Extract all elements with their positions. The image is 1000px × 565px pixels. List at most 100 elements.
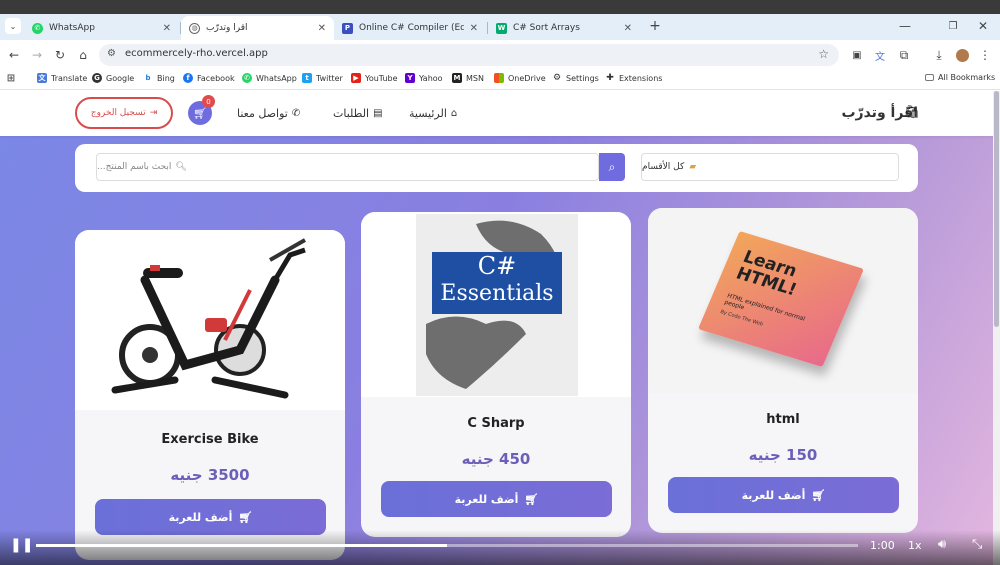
add-to-cart-button[interactable]: 🛒︎ أضف للعربة xyxy=(381,481,612,517)
tab-active-site[interactable]: ◍ اقرأ وتدرّب ✕ xyxy=(181,16,334,40)
close-icon[interactable]: ✕ xyxy=(470,23,478,34)
programiz-icon: P xyxy=(342,22,353,34)
bookmark-bing[interactable]: b Bing xyxy=(143,73,175,83)
site-info-icon[interactable]: ⚙ xyxy=(107,48,116,59)
product-price: 3500 جنيه xyxy=(170,466,250,484)
tab-csharp-sort-arrays[interactable]: W C# Sort Arrays ✕ xyxy=(488,16,640,40)
book-title-panel: C# Essentials xyxy=(432,252,562,314)
home-icon[interactable]: ⌂ xyxy=(74,46,92,64)
bookmark-settings[interactable]: ⚙ Settings xyxy=(552,73,599,83)
translate-icon: 文 xyxy=(37,73,47,83)
bookmarks-bar: ⊞ 文 Translate G Google b Bing f Facebook ✆ Wh… xyxy=(0,70,1000,90)
close-window-button[interactable]: ✕ xyxy=(974,17,992,35)
menu-icon[interactable]: ⋮ xyxy=(976,46,994,64)
bookmark-google[interactable]: G Google xyxy=(92,73,134,83)
scrollbar-thumb[interactable] xyxy=(994,91,999,327)
product-card: C# Essentials C Sharp 450 جنيه 🛒︎ أضف لل… xyxy=(361,212,631,537)
close-icon[interactable]: ✕ xyxy=(624,23,632,34)
whatsapp-icon: ✆ xyxy=(32,22,43,34)
close-icon[interactable]: ✕ xyxy=(318,23,326,34)
book-cover: Learn HTML! HTML explained for normal pe… xyxy=(698,230,864,368)
nav-orders[interactable]: ▤ الطلبات xyxy=(333,107,383,120)
puzzle-icon[interactable]: ⧉ xyxy=(895,46,913,64)
page-scrollbar[interactable] xyxy=(993,91,1000,565)
avatar[interactable] xyxy=(955,48,969,62)
tab-search-button[interactable]: ⌄ xyxy=(5,18,21,34)
cart-icon: 🛒︎ xyxy=(238,510,253,524)
back-icon[interactable]: ← xyxy=(5,46,23,64)
google-icon: G xyxy=(92,73,102,83)
volume-icon[interactable]: 🔊︎ xyxy=(938,537,946,552)
tab-whatsapp[interactable]: ✆ WhatsApp ✕ xyxy=(24,16,179,40)
address-bar[interactable]: ⚙ ecommercely-rho.vercel.app ☆ xyxy=(99,44,839,66)
nav-home[interactable]: ⌂ الرئيسية xyxy=(409,107,457,120)
globe-icon: ◍ xyxy=(189,22,200,34)
product-name: html xyxy=(766,412,800,427)
browser-toolbar: ← → ↻ ⌂ ⚙ ecommercely-rho.vercel.app ☆ ▣… xyxy=(0,40,1000,70)
close-icon[interactable]: ✕ xyxy=(163,23,171,34)
pause-icon[interactable]: ❚❚ xyxy=(10,537,33,553)
category-select[interactable]: ▰ كل الأقسام xyxy=(641,153,899,181)
bookmark-onedrive[interactable]: OneDrive xyxy=(494,73,546,83)
search-button[interactable]: ⌕ xyxy=(599,153,625,181)
playback-speed-button[interactable]: 1x xyxy=(908,539,922,552)
cart-count-badge: 0 xyxy=(202,95,215,108)
logout-button[interactable]: تسجيل الخروج ⇥ xyxy=(75,97,173,129)
bookmark-facebook[interactable]: f Facebook xyxy=(183,73,235,83)
download-icon[interactable]: ⤓ xyxy=(930,46,948,64)
product-image-bike xyxy=(75,230,345,410)
yahoo-icon: Y xyxy=(405,73,415,83)
phone-icon: ✆ xyxy=(291,108,301,119)
video-progress-bar[interactable] xyxy=(36,544,858,547)
product-card: Exercise Bike 3500 جنيه 🛒︎ أضف للعربة xyxy=(75,230,345,560)
search-panel: 🔍︎ ابحث باسم المنتج... ⌕ ▰ كل الأقسام xyxy=(75,144,918,192)
w3schools-icon: W xyxy=(496,22,507,34)
video-time: 1:00 xyxy=(870,539,895,552)
bookmark-whatsapp[interactable]: ✆ WhatsApp xyxy=(242,73,297,83)
video-controls: ❚❚ 1:00 1x 🔊︎ ⤡ xyxy=(0,530,1000,565)
product-image-html: Learn HTML! HTML explained for normal pe… xyxy=(648,208,918,393)
add-to-cart-button[interactable]: 🛒︎ أضف للعربة xyxy=(668,477,899,513)
clipboard-icon: ▤ xyxy=(373,108,383,119)
reload-icon[interactable]: ↻ xyxy=(51,46,69,64)
cart-icon: 🛒︎ xyxy=(524,492,539,506)
site-viewport: اقرأ وتدرّب 🛍 ⌂ الرئيسية ▤ الطلبات ✆ توا… xyxy=(0,91,1000,565)
site-navbar: اقرأ وتدرّب 🛍 ⌂ الرئيسية ▤ الطلبات ✆ توا… xyxy=(0,91,1000,136)
bookmark-yahoo[interactable]: Y Yahoo xyxy=(405,73,443,83)
msn-icon: M xyxy=(452,73,462,83)
url-text: ecommercely-rho.vercel.app xyxy=(125,48,268,59)
cart-icon: 🛒︎ xyxy=(811,488,826,502)
bookmark-translate[interactable]: 文 Translate xyxy=(37,73,87,83)
all-bookmarks[interactable]: All Bookmarks xyxy=(925,73,995,82)
product-card: Learn HTML! HTML explained for normal pe… xyxy=(648,208,918,533)
video-top-edge xyxy=(0,0,1000,14)
bookmark-msn[interactable]: M MSN xyxy=(452,73,484,83)
tab-online-compiler[interactable]: P Online C# Compiler (Editor) - F ✕ xyxy=(334,16,486,40)
apps-icon[interactable]: ⊞ xyxy=(6,73,20,84)
onedrive-icon xyxy=(494,73,504,83)
exit-fullscreen-icon[interactable]: ⤡ xyxy=(972,537,982,552)
new-tab-button[interactable]: + xyxy=(646,17,664,35)
bing-icon: b xyxy=(143,73,153,83)
gear-icon: ⚙ xyxy=(552,73,562,83)
search-input[interactable]: 🔍︎ ابحث باسم المنتج... xyxy=(96,153,599,181)
translate-extension-icon[interactable]: 文 xyxy=(871,46,889,64)
extension-icon[interactable]: ▣ xyxy=(848,46,866,64)
minimize-button[interactable]: — xyxy=(896,17,914,35)
bookmark-extensions[interactable]: ✚ Extensions xyxy=(605,73,662,83)
folder-icon: ▰ xyxy=(689,162,697,172)
product-image-csharp: C# Essentials xyxy=(361,212,631,397)
bookmark-youtube[interactable]: ▶ YouTube xyxy=(351,73,398,83)
forward-icon[interactable]: → xyxy=(28,46,46,64)
nav-contact[interactable]: ✆ تواصل معنا xyxy=(237,107,300,120)
logout-icon: ⇥ xyxy=(149,108,158,118)
folder-icon xyxy=(925,74,934,81)
whatsapp-icon: ✆ xyxy=(242,73,252,83)
browser-tab-strip: ⌄ ✆ WhatsApp ✕ ◍ اقرأ وتدرّب ✕ P Online … xyxy=(0,14,1000,40)
facebook-icon: f xyxy=(183,73,193,83)
star-icon[interactable]: ☆ xyxy=(818,47,829,61)
restore-button[interactable]: ❐ xyxy=(944,17,962,35)
bookmark-twitter[interactable]: t Twitter xyxy=(302,73,343,83)
video-progress-fill xyxy=(36,544,447,547)
product-price: 450 جنيه xyxy=(461,450,531,468)
